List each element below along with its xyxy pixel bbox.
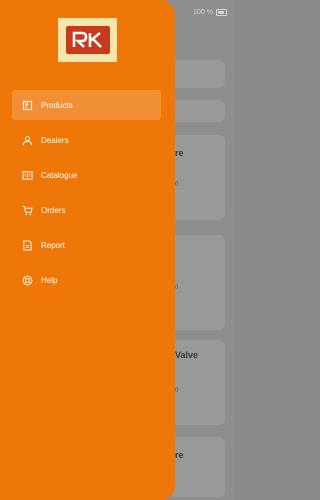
bg-filter-bar (170, 100, 225, 122)
report-icon (21, 239, 33, 251)
menu-item-products[interactable]: Products (12, 90, 161, 120)
navigation-drawer: Products Dealers Catalogue Orders Report (0, 0, 175, 500)
status-bar: 100 % (193, 9, 227, 16)
menu-item-label: Products (41, 100, 73, 110)
menu-item-label: Report (41, 240, 66, 250)
bg-card-value: 0 (175, 182, 179, 188)
logo-mark (65, 26, 110, 54)
menu-item-orders[interactable]: Orders (12, 195, 161, 225)
bg-card-value: 0 (175, 388, 179, 394)
drawer-menu: Products Dealers Catalogue Orders Report (12, 90, 161, 300)
bg-card-title: Valve (175, 350, 199, 360)
menu-item-label: Catalogue (41, 170, 78, 180)
company-logo (58, 18, 117, 62)
battery-icon (216, 9, 227, 16)
bg-card-4 (170, 437, 225, 497)
box-icon (21, 99, 33, 111)
menu-item-label: Orders (41, 205, 66, 215)
help-icon (21, 274, 33, 286)
rk-logo-icon (72, 31, 102, 48)
menu-item-help[interactable]: Help (12, 265, 161, 295)
menu-item-label: Help (41, 275, 58, 285)
cart-icon (21, 204, 33, 216)
bg-card-title: re (175, 450, 184, 460)
user-icon (21, 134, 33, 146)
menu-item-label: Dealers (41, 135, 69, 145)
battery-text: 100 % (193, 9, 213, 16)
menu-item-catalogue[interactable]: Catalogue (12, 160, 161, 190)
catalogue-icon (21, 169, 33, 181)
bg-card-value: 0 (175, 285, 179, 291)
menu-item-report[interactable]: Report (12, 230, 161, 260)
bg-card-title: re (175, 148, 184, 158)
menu-item-dealers[interactable]: Dealers (12, 125, 161, 155)
bg-card-2 (170, 235, 225, 330)
bg-search-box (170, 60, 225, 88)
